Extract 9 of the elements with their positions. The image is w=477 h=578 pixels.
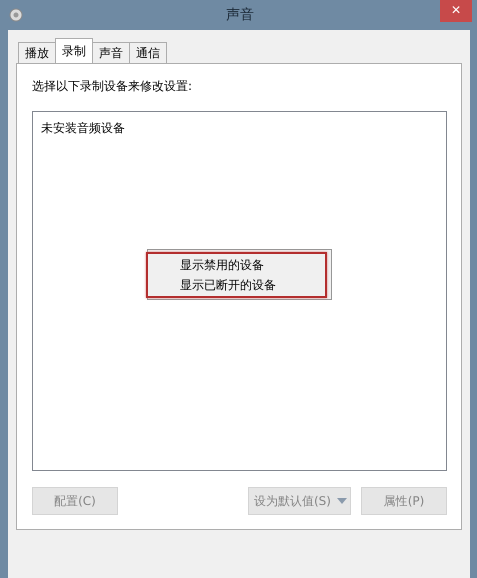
tab[interactable]: 通信 — [129, 42, 167, 63]
instruction-text: 选择以下录制设备来修改设置: — [32, 78, 194, 95]
menu-item[interactable]: 显示已断开的设备 — [180, 275, 325, 295]
tab[interactable]: 录制 — [55, 38, 93, 63]
menu-item[interactable]: 显示禁用的设备 — [180, 255, 325, 275]
tab[interactable]: 播放 — [18, 42, 56, 63]
empty-message: 未安装音频设备 — [41, 120, 125, 137]
window-title: 声音 — [225, 6, 254, 24]
close-button[interactable]: × — [440, 0, 472, 22]
